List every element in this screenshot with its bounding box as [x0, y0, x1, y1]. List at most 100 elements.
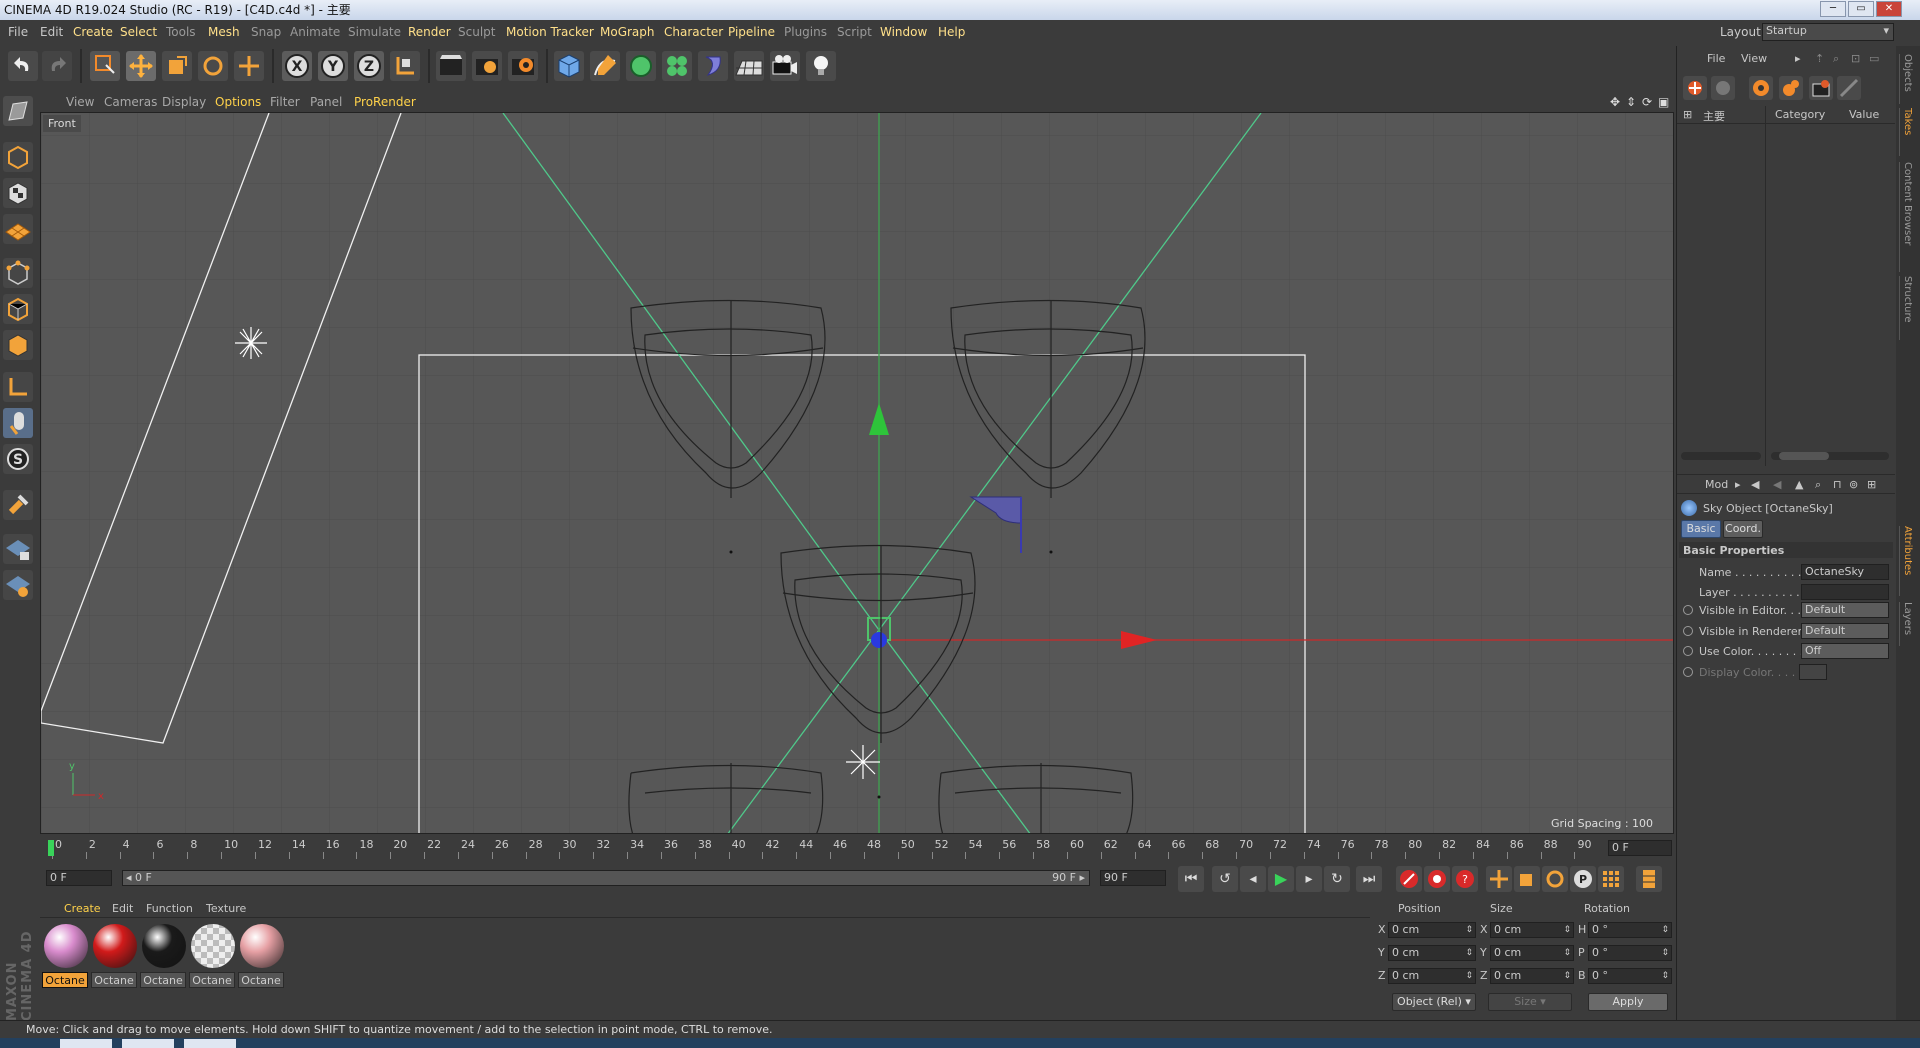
stepper-icon[interactable]: ⇕ [1661, 969, 1669, 983]
record-keys-icon[interactable] [1396, 866, 1422, 892]
taskbar-app-2[interactable] [122, 1039, 174, 1048]
deformer-icon[interactable] [698, 51, 728, 81]
move-tool-icon[interactable] [126, 51, 156, 81]
snap-icon[interactable]: S [3, 444, 33, 474]
material-label[interactable]: Octane [42, 972, 88, 988]
side-tab[interactable]: Content Browser [1899, 162, 1917, 272]
menu-snap[interactable]: Snap [251, 25, 281, 39]
light-bulb-icon[interactable] [806, 51, 836, 81]
current-frame-field[interactable]: 0 F [1608, 840, 1672, 856]
point-level-key-icon[interactable] [1598, 866, 1624, 892]
material-swatch[interactable] [44, 924, 88, 968]
minimize-button[interactable]: ─ [1820, 1, 1846, 17]
position-key-icon[interactable] [1486, 866, 1512, 892]
cube-icon[interactable] [554, 51, 584, 81]
property-value[interactable] [1801, 584, 1889, 600]
floor-icon[interactable] [734, 51, 764, 81]
z-axis-handle-icon[interactable] [871, 632, 887, 648]
polygons-mode-icon[interactable] [3, 330, 33, 360]
search-attr-icon[interactable]: ⌕ [1815, 478, 1821, 492]
viewport-menu-filter[interactable]: Filter [270, 95, 300, 109]
previous-frame-icon[interactable]: ◂ [1240, 866, 1266, 892]
end-frame-field[interactable]: 90 F [1100, 870, 1166, 886]
stepper-icon[interactable]: ⇕ [1661, 923, 1669, 937]
menu-mograph[interactable]: MoGraph [600, 25, 655, 39]
menu-sculpt[interactable]: Sculpt [458, 25, 495, 39]
points-mode-icon[interactable] [3, 258, 33, 288]
side-tab[interactable]: Structure [1899, 276, 1917, 340]
timeline-playhead[interactable] [48, 840, 54, 856]
rotation-key-icon[interactable] [1542, 866, 1568, 892]
viewport-menu-options[interactable]: Options [215, 95, 261, 109]
layout-dropdown[interactable]: Startup ▾ [1762, 23, 1894, 41]
tweak-mode-icon[interactable] [3, 408, 33, 438]
position-field[interactable]: 0 cm ⇕ [1388, 968, 1476, 984]
render-to-picture-viewer-icon[interactable] [472, 51, 502, 81]
keyframe-selection-icon[interactable]: ? [1452, 866, 1478, 892]
viewport-menu-display[interactable]: Display [162, 95, 206, 109]
x-axis-lock-icon[interactable]: X [282, 51, 312, 81]
material-swatch[interactable] [142, 924, 186, 968]
object-scrollbar-right[interactable] [1771, 452, 1889, 460]
viewport-front[interactable]: y x Front Grid Spacing : 100 cm [40, 112, 1674, 834]
property-value[interactable] [1799, 664, 1827, 680]
autokeying-icon[interactable] [1424, 866, 1450, 892]
side-tab[interactable]: Attributes [1899, 526, 1917, 596]
material-label[interactable]: Octane [238, 972, 284, 988]
material-menu-texture[interactable]: Texture [206, 902, 246, 915]
maximize-button[interactable]: ▭ [1848, 1, 1874, 17]
new-attr-view-icon[interactable]: ⊞ [1867, 478, 1876, 491]
menu-edit[interactable]: Edit [40, 25, 63, 39]
apply-button[interactable]: Apply [1588, 993, 1668, 1011]
cloner-icon[interactable] [662, 51, 692, 81]
menu-create[interactable]: Create [73, 25, 113, 39]
viewport-menu-panel[interactable]: Panel [310, 95, 342, 109]
viewport-menu-prorender[interactable]: ProRender [354, 95, 416, 109]
tab-basic[interactable]: Basic [1681, 520, 1721, 538]
take-add-icon[interactable] [1683, 76, 1707, 100]
viewport-menu-view[interactable]: View [66, 95, 94, 109]
viewport-nav-zoom-icon[interactable]: ⇕ [1626, 95, 1636, 109]
viewport-menu-cameras[interactable]: Cameras [104, 95, 157, 109]
frame-range-slider[interactable]: ◂ 0 F 90 F ▸ [122, 870, 1090, 886]
parameter-key-icon[interactable]: P [1570, 866, 1596, 892]
next-key-icon[interactable]: ↻ [1324, 866, 1350, 892]
z-axis-lock-icon[interactable]: Z [354, 51, 384, 81]
rotation-field[interactable]: 0 ° ⇕ [1588, 945, 1672, 961]
tab-coord[interactable]: Coord. [1723, 520, 1763, 538]
viewport-nav-rotate-icon[interactable]: ⟳ [1642, 95, 1652, 109]
material-label[interactable]: Octane [140, 972, 186, 988]
menu-window[interactable]: Window [880, 25, 927, 39]
menu-plugins[interactable]: Plugins [784, 25, 827, 39]
side-tab[interactable]: Takes [1899, 108, 1917, 156]
scale-tool-icon[interactable] [162, 51, 192, 81]
previous-key-icon[interactable]: ↺ [1212, 866, 1238, 892]
side-tab[interactable]: Objects [1899, 54, 1917, 104]
menu-mesh[interactable]: Mesh [208, 25, 240, 39]
coordinate-mode-dropdown[interactable]: Object (Rel) ▾ [1392, 993, 1476, 1011]
planar-workplane-icon[interactable] [3, 570, 33, 600]
pen-spline-icon[interactable] [590, 51, 620, 81]
take-override-icon[interactable] [1749, 76, 1773, 100]
close-button[interactable]: ✕ [1876, 1, 1902, 17]
menu-simulate[interactable]: Simulate [348, 25, 401, 39]
back-arrow-icon[interactable]: ◀ [1751, 478, 1759, 491]
timeline-layout-icon[interactable] [1636, 866, 1662, 892]
redo-button[interactable] [42, 51, 72, 81]
rotate-tool-icon[interactable] [198, 51, 228, 81]
object-menu-file[interactable]: File [1707, 52, 1725, 65]
model-mode-icon[interactable] [3, 142, 33, 172]
texture-mode-icon[interactable] [3, 178, 33, 208]
mode-arrow-icon[interactable]: ▸ [1735, 478, 1741, 491]
up-arrow-icon[interactable]: ▲ [1795, 478, 1803, 491]
camera-icon[interactable] [770, 51, 800, 81]
expand-icon[interactable]: ⊞ [1683, 108, 1692, 121]
stepper-icon[interactable]: ⇕ [1563, 969, 1571, 983]
size-field[interactable]: 0 cm ⇕ [1490, 945, 1574, 961]
coordinate-system-icon[interactable] [390, 51, 420, 81]
property-value[interactable]: Default [1801, 623, 1889, 639]
take-auto-icon[interactable] [1837, 76, 1861, 100]
menu-motion-tracker[interactable]: Motion Tracker [506, 25, 594, 39]
lock-workplane-icon[interactable] [3, 534, 33, 564]
stepper-icon[interactable]: ⇕ [1465, 923, 1473, 937]
